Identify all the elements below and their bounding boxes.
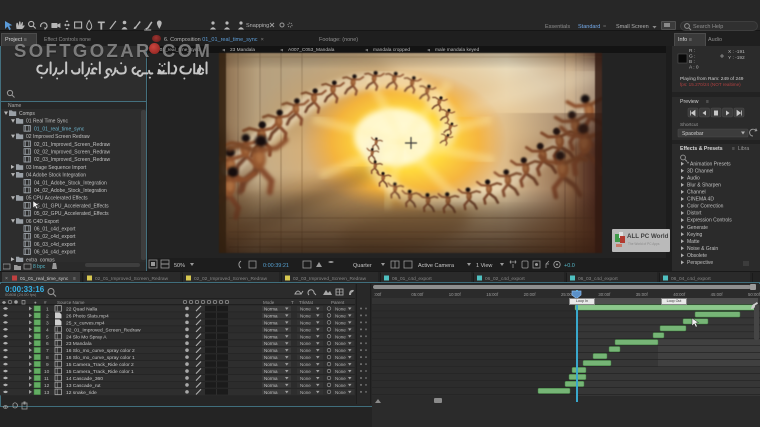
svg-text:R :: R : xyxy=(689,48,695,54)
svg-text:Active Camera: Active Camera xyxy=(418,263,455,269)
svg-text:06 C4D Export: 06 C4D Export xyxy=(26,219,59,225)
svg-text:Keying: Keying xyxy=(687,232,703,238)
svg-text:05_02_GPU_Accelerated_Effects: 05_02_GPU_Accelerated_Effects xyxy=(34,211,109,217)
svg-text:Distort: Distort xyxy=(687,211,702,217)
svg-text:Audio: Audio xyxy=(687,175,700,181)
svg-text:06_02_c4d_export: 06_02_c4d_export xyxy=(34,234,76,240)
svg-text:05 CPU Accelerated Effects: 05 CPU Accelerated Effects xyxy=(26,196,88,202)
svg-text:10:00f: 10:00f xyxy=(449,292,462,297)
svg-text:40:00f: 40:00f xyxy=(673,292,686,297)
svg-text:3D Channel: 3D Channel xyxy=(687,168,713,174)
svg-text:04_02_Adobe_Stock_Integration: 04_02_Adobe_Stock_Integration xyxy=(34,188,107,194)
svg-text:≡: ≡ xyxy=(732,146,735,152)
svg-text:06_03_c4d_export: 06_03_c4d_export xyxy=(34,242,76,248)
svg-text::00f: :00f xyxy=(374,292,382,297)
svg-text:A : 0: A : 0 xyxy=(689,65,699,71)
svg-text:* Animation Presets: * Animation Presets xyxy=(687,161,731,167)
svg-text:Color Correction: Color Correction xyxy=(687,204,724,210)
svg-text:02_03_Improved_Screen_Redraw: 02_03_Improved_Screen_Redraw xyxy=(34,157,111,163)
svg-text:Obsolete: Obsolete xyxy=(687,253,707,259)
svg-text:Shortcut: Shortcut xyxy=(680,122,699,128)
svg-text:01 Real Time Sync: 01 Real Time Sync xyxy=(26,119,68,125)
svg-text:+0.0: +0.0 xyxy=(564,263,575,269)
svg-text:X : -191: X : -191 xyxy=(728,49,745,55)
svg-text:15:00f: 15:00f xyxy=(486,292,499,297)
svg-text:02 Improved Screen Redraw: 02 Improved Screen Redraw xyxy=(26,134,90,140)
svg-text:Comps: Comps xyxy=(19,111,35,117)
svg-text:Generate: Generate xyxy=(687,225,708,231)
svg-text:Effects & Presets: Effects & Presets xyxy=(680,146,723,152)
svg-text:50%: 50% xyxy=(174,263,185,269)
svg-text:05_01_GPU_Accelerated_Effects: 05_01_GPU_Accelerated_Effects xyxy=(34,203,109,209)
svg-text:05:00f: 05:00f xyxy=(411,292,424,297)
svg-text:Preview: Preview xyxy=(680,99,699,105)
svg-text:fps: 15.270/24 (NOT realtime): fps: 15.270/24 (NOT realtime) xyxy=(680,82,741,87)
svg-text:Perspective: Perspective xyxy=(687,260,713,266)
svg-text:02_02_Improved_Screen_Redraw: 02_02_Improved_Screen_Redraw xyxy=(34,150,111,156)
svg-text:0:00:39:21: 0:00:39:21 xyxy=(263,263,289,269)
svg-text:50:00f: 50:00f xyxy=(748,292,760,297)
svg-text:Libra: Libra xyxy=(738,146,749,152)
svg-text:20:00f: 20:00f xyxy=(524,292,537,297)
svg-text:06_01_c4d_export: 06_01_c4d_export xyxy=(34,227,76,233)
svg-text:Channel: Channel xyxy=(687,190,706,196)
svg-text:35:00f: 35:00f xyxy=(636,292,649,297)
svg-text:CINEMA 4D: CINEMA 4D xyxy=(687,197,714,203)
svg-text:Quarter: Quarter xyxy=(353,263,372,269)
svg-text:≡: ≡ xyxy=(706,99,709,105)
svg-text:04 Adobe Stock Integration: 04 Adobe Stock Integration xyxy=(26,173,86,179)
svg-text:04_01_Adobe_Stock_Integration: 04_01_Adobe_Stock_Integration xyxy=(34,180,107,186)
svg-text:06_04_c4d_export: 06_04_c4d_export xyxy=(34,250,76,256)
svg-text:03 Image Sequence Import: 03 Image Sequence Import xyxy=(26,165,87,171)
svg-text:1 View: 1 View xyxy=(476,263,492,269)
svg-text:Blur & Sharpen: Blur & Sharpen xyxy=(687,182,721,188)
svg-text:Y : -192: Y : -192 xyxy=(728,55,745,61)
svg-text:02_01_Improved_Screen_Redraw: 02_01_Improved_Screen_Redraw xyxy=(34,142,111,148)
svg-text:45:00f: 45:00f xyxy=(711,292,724,297)
svg-text:01_01_real_time_sync: 01_01_real_time_sync xyxy=(34,126,85,132)
svg-text:Matte: Matte xyxy=(687,239,700,245)
svg-text:G :: G : xyxy=(689,54,695,60)
svg-text:30:00f: 30:00f xyxy=(598,292,611,297)
svg-text:Spacebar: Spacebar xyxy=(682,131,704,137)
svg-text:Noise & Grain: Noise & Grain xyxy=(687,246,718,252)
svg-text:B :: B : xyxy=(689,59,695,65)
svg-text:Expression Controls: Expression Controls xyxy=(687,218,732,224)
